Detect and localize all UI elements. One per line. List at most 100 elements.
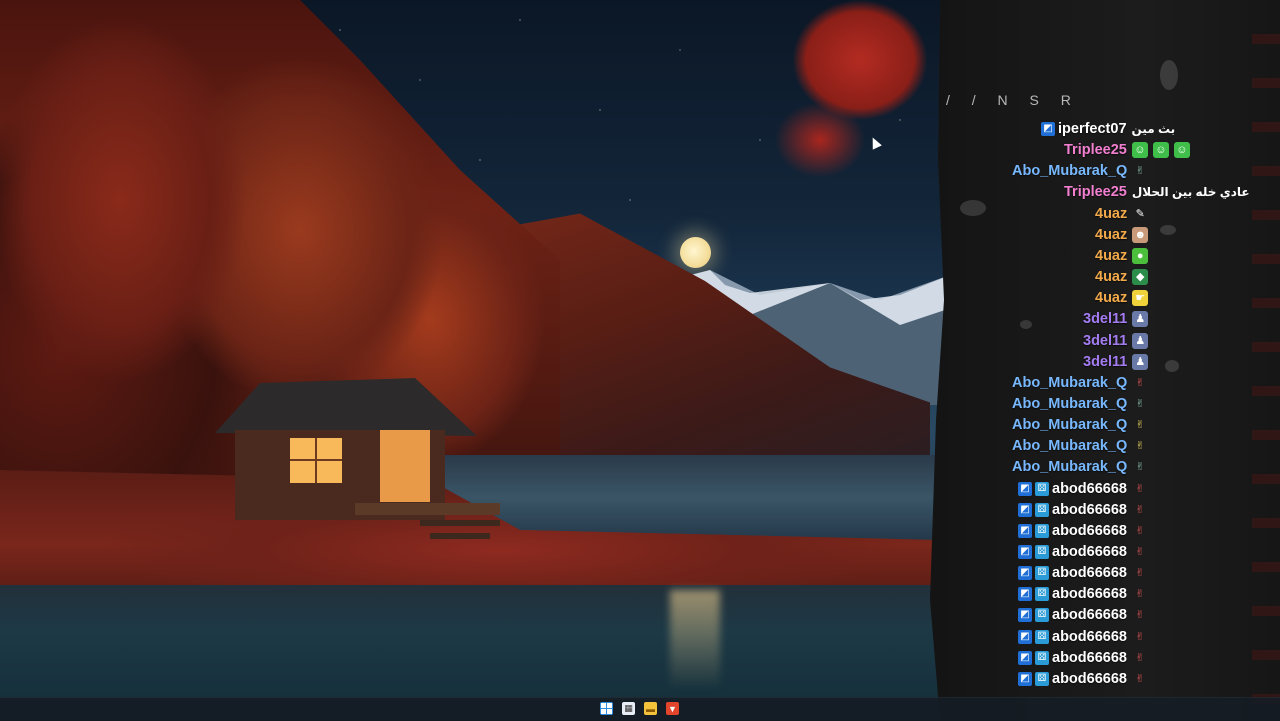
chat-message: Abo_Mubarak_Q ✌ [1012,415,1148,435]
sub-icon: ⚄ [1035,651,1049,665]
paper-spot [1165,360,1179,372]
chat-message: ◩ ⚄ abod66668 ✌ [1018,479,1148,499]
chat-username[interactable]: abod66668 [1052,648,1127,668]
chat-username[interactable]: 4uaz [1095,246,1127,266]
chat-username[interactable]: abod66668 [1052,669,1127,689]
chat-message: ◩ ⚄ abod66668 ✌ [1018,669,1148,689]
chat-message: Abo_Mubarak_Q ✌ [1012,457,1148,477]
peace-hand-icon: ✌ [1135,398,1145,410]
chat-user: Triplee25 [1064,182,1127,202]
chat-message: ◩ iperfect07 بث مين [1041,119,1175,139]
taskbar [0,697,1280,721]
brave-browser-icon[interactable]: ▼ [666,702,679,715]
calendar-app-icon[interactable]: ▦ [622,702,635,715]
chat-user: Abo_Mubarak_Q [1012,373,1127,393]
chat-text: بث مين [1131,122,1176,136]
frog-smile-icon: ☺ [1131,142,1148,158]
sub-icon: ⚄ [1035,545,1049,559]
chat-username[interactable]: Abo_Mubarak_Q [1012,394,1127,414]
chat-user: ◩ ⚄ abod66668 [1018,669,1127,689]
windows-start-icon[interactable] [600,702,613,715]
chat-username[interactable]: abod66668 [1052,605,1127,625]
chat-username[interactable]: Triplee25 [1064,182,1127,202]
prime-icon: ◩ [1018,524,1032,538]
chat-user: Abo_Mubarak_Q [1012,436,1127,456]
chat-username[interactable]: Abo_Mubarak_Q [1012,415,1127,435]
chat-user: Abo_Mubarak_Q [1012,415,1127,435]
foreground-water [0,585,940,700]
chat-username[interactable]: Triplee25 [1064,140,1127,160]
peace-hand-icon: ✌ [1135,165,1145,177]
chat-username[interactable]: Abo_Mubarak_Q [1012,436,1127,456]
chat-user: ◩ ⚄ abod66668 [1018,542,1127,562]
chat-user: ◩ iperfect07 [1041,119,1127,139]
chat-message: ◩ ⚄ abod66668 ✌ [1018,521,1148,541]
chat-user: Abo_Mubarak_Q [1012,394,1127,414]
chat-username[interactable]: abod66668 [1052,563,1127,583]
peace-hand-red-icon: ✌ [1135,609,1145,621]
peace-hand-yellow-icon: ✌ [1135,440,1145,452]
peace-hand-red-icon: ✌ [1135,631,1145,643]
prime-icon: ◩ [1018,608,1032,622]
chat-message: Abo_Mubarak_Q ✌ [1012,161,1148,181]
peace-hand-red-icon: ✌ [1135,377,1145,389]
chat-username[interactable]: 4uaz [1095,267,1127,287]
file-explorer-icon[interactable]: ▬ [644,702,657,715]
chat-user: ◩ ⚄ abod66668 [1018,605,1127,625]
chat-username[interactable]: Abo_Mubarak_Q [1012,373,1127,393]
sub-icon: ⚄ [1035,587,1049,601]
prime-icon: ◩ [1018,630,1032,644]
chat-username[interactable]: Abo_Mubarak_Q [1012,457,1127,477]
chat-username[interactable]: abod66668 [1052,584,1127,604]
sub-icon: ⚄ [1035,503,1049,517]
chat-message: 4uaz ☻ [1095,225,1149,245]
peace-hand-icon: ✌ [1135,461,1145,473]
chat-user: ◩ ⚄ abod66668 [1018,627,1127,647]
chat-username[interactable]: 4uaz [1095,288,1127,308]
peace-hand-red-icon: ✌ [1135,652,1145,664]
chat-username[interactable]: abod66668 [1052,542,1127,562]
channel-brand: / / N S R [946,92,1080,108]
chat-username[interactable]: 3del11 [1083,309,1127,329]
prime-icon: ◩ [1018,566,1032,580]
chat-text: عادي خله بين الحلال [1131,185,1250,199]
moon-reflection [670,590,720,690]
chat-username[interactable]: Abo_Mubarak_Q [1012,161,1127,181]
chat-username[interactable]: abod66668 [1052,627,1127,647]
prime-icon: ◩ [1018,587,1032,601]
chat-user: 4uaz [1095,225,1127,245]
prime-icon: ◩ [1041,122,1055,136]
chat-user: Abo_Mubarak_Q [1012,457,1127,477]
chat-message: ◩ ⚄ abod66668 ✌ [1018,584,1148,604]
chat-user: 4uaz [1095,204,1127,224]
chat-user: ◩ ⚄ abod66668 [1018,648,1127,668]
chat-message: 4uaz ● [1095,246,1149,266]
chat-user: 3del11 [1083,309,1127,329]
chat-message: 3del11 ♟ [1083,352,1149,372]
chat-username[interactable]: abod66668 [1052,479,1127,499]
sub-icon: ⚄ [1035,566,1049,580]
decorative-edge [1252,0,1280,720]
chat-user: Abo_Mubarak_Q [1012,161,1127,181]
chat-user: 3del11 [1083,352,1127,372]
chat-message: 3del11 ♟ [1083,331,1149,351]
chat-user: Triplee25 [1064,140,1127,160]
prime-icon: ◩ [1018,482,1032,496]
chat-user: 4uaz [1095,288,1127,308]
chat-message: ◩ ⚄ abod66668 ✌ [1018,500,1148,520]
face-icon: ☻ [1132,227,1149,243]
chat-username[interactable]: 4uaz [1095,225,1127,245]
chat-user: ◩ ⚄ abod66668 [1018,563,1127,583]
chat-message: ◩ ⚄ abod66668 ✌ [1018,563,1148,583]
chat-username[interactable]: 4uaz [1095,204,1127,224]
sub-icon: ⚄ [1035,608,1049,622]
peace-hand-red-icon: ✌ [1135,525,1145,537]
chat-username[interactable]: abod66668 [1052,521,1127,541]
chat-message: Triplee25 ☺ ☺ ☺ [1064,140,1190,160]
chat-username[interactable]: iperfect07 [1058,119,1127,139]
chat-user: ◩ ⚄ abod66668 [1018,500,1127,520]
chat-username[interactable]: 3del11 [1083,331,1127,351]
chat-username[interactable]: 3del11 [1083,352,1127,372]
sub-icon: ⚄ [1035,482,1049,496]
chat-username[interactable]: abod66668 [1052,500,1127,520]
